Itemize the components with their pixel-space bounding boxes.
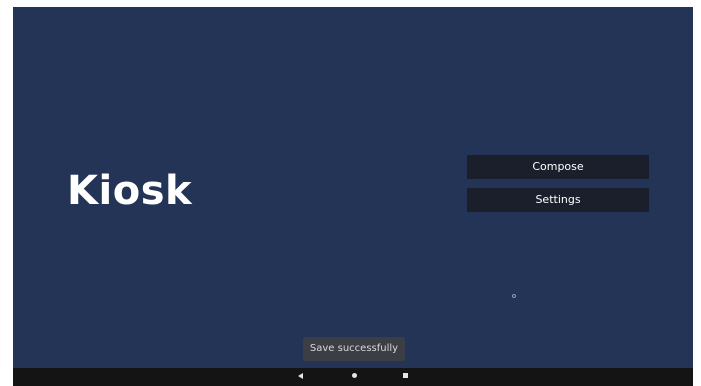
kiosk-screen: Kiosk Compose Settings Save successfully — [13, 7, 693, 386]
back-icon — [298, 373, 303, 379]
mouse-cursor-icon — [512, 294, 516, 298]
compose-button[interactable]: Compose — [467, 155, 649, 179]
toast-message: Save successfully — [303, 337, 405, 361]
app-title: Kiosk — [67, 168, 193, 214]
home-icon — [351, 373, 357, 378]
home-button[interactable] — [344, 368, 364, 386]
back-button[interactable] — [291, 368, 311, 386]
navigation-bar — [13, 368, 693, 386]
settings-button[interactable]: Settings — [467, 188, 649, 212]
recents-icon — [402, 373, 408, 378]
recents-button[interactable] — [395, 368, 415, 386]
